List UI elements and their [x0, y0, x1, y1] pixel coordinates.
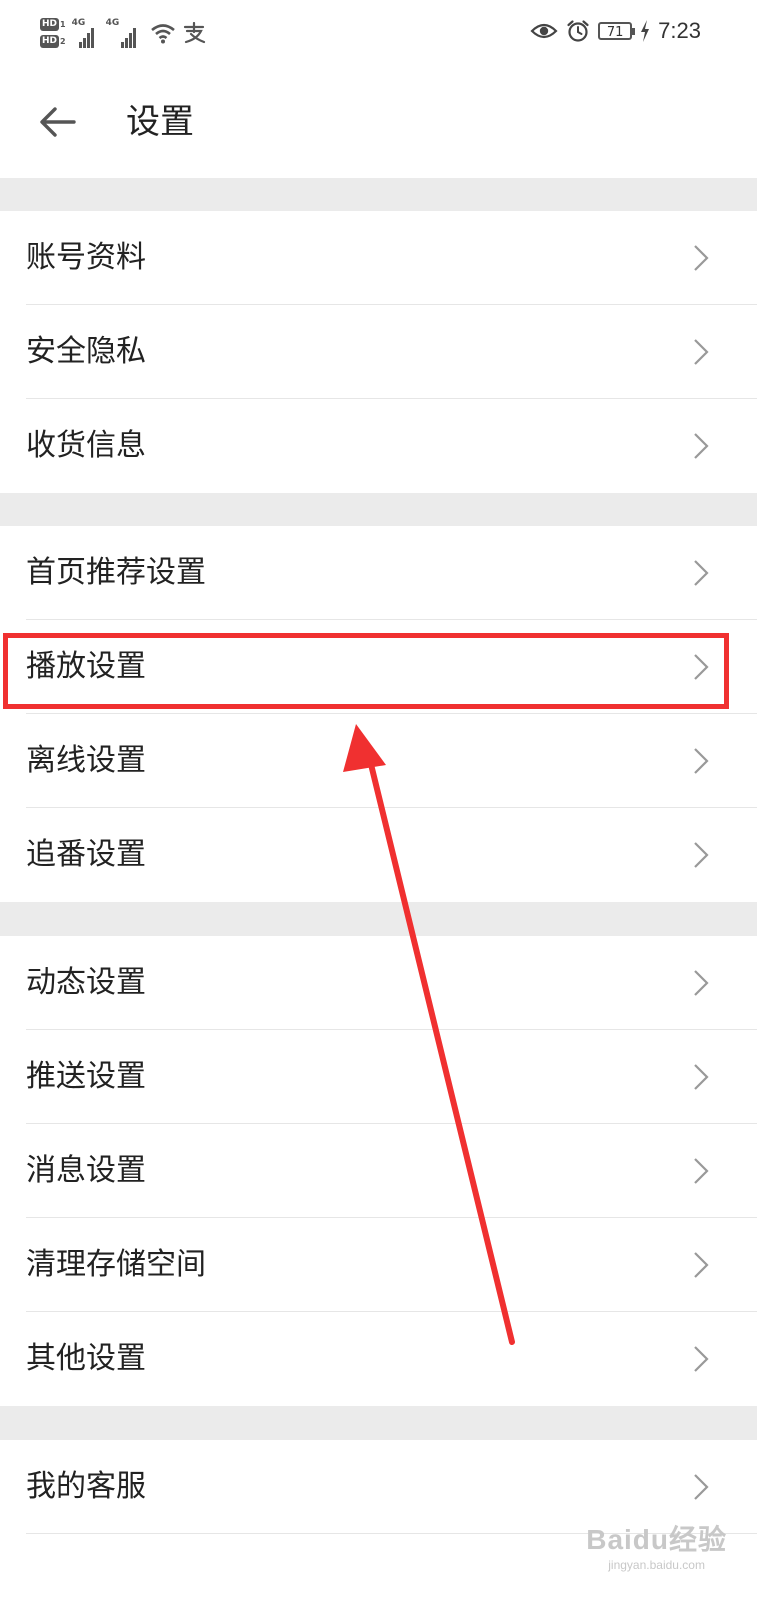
hd-indicators: HD 1 HD 2 [40, 18, 66, 48]
menu-item-dynamic-settings[interactable]: 动态设置 [0, 936, 757, 1030]
section-gap [0, 493, 757, 526]
menu-item-label: 离线设置 [26, 743, 146, 778]
chevron-right-icon [694, 970, 709, 996]
chevron-right-icon [694, 1252, 709, 1278]
chevron-right-icon [694, 560, 709, 586]
app-header: 设置 [0, 66, 757, 179]
menu-item-home-recommend[interactable]: 首页推荐设置 [0, 526, 757, 620]
status-right: 71 7:23 [530, 18, 701, 44]
watermark-logo: Baidu经验 jingyan.baidu.com [586, 1518, 727, 1572]
menu-item-label: 播放设置 [26, 649, 146, 684]
chevron-right-icon [694, 1474, 709, 1500]
section-gap [0, 1406, 757, 1440]
battery-icon: 71 [598, 22, 636, 40]
chevron-right-icon [694, 433, 709, 459]
hd2-label: HD [40, 35, 60, 48]
signal1-icon: 4G [72, 18, 100, 48]
watermark-main: Baidu经验 [586, 1524, 727, 1555]
back-arrow-icon[interactable] [38, 104, 78, 140]
alipay-icon [183, 22, 205, 44]
menu-item-label: 收货信息 [26, 428, 146, 463]
wifi-icon [150, 24, 175, 44]
hd1-badge: HD 1 [40, 18, 66, 31]
menu-item-label: 安全隐私 [26, 334, 146, 369]
menu-item-label: 动态设置 [26, 965, 146, 1000]
menu-item-shipping-info[interactable]: 收货信息 [0, 399, 757, 493]
menu-item-label: 消息设置 [26, 1153, 146, 1188]
hd1-label: HD [40, 18, 60, 31]
section-gap [0, 902, 757, 936]
chevron-right-icon [694, 1158, 709, 1184]
chevron-right-icon [694, 1064, 709, 1090]
settings-group-general: 动态设置 推送设置 消息设置 清理存储空间 其他设置 [0, 936, 757, 1406]
signal1-label: 4G [71, 18, 86, 28]
chevron-right-icon [694, 654, 709, 680]
menu-item-label: 清理存储空间 [26, 1247, 206, 1282]
menu-item-label: 推送设置 [26, 1059, 146, 1094]
chevron-right-icon [694, 748, 709, 774]
charging-icon [641, 20, 650, 42]
menu-item-label: 其他设置 [26, 1341, 146, 1376]
page-title: 设置 [126, 102, 194, 142]
menu-item-label: 我的客服 [26, 1469, 146, 1504]
settings-group-playback: 首页推荐设置 播放设置 离线设置 追番设置 [0, 526, 757, 902]
chevron-right-icon [694, 339, 709, 365]
signal2-label: 4G [105, 18, 120, 28]
menu-item-label: 首页推荐设置 [26, 555, 206, 590]
menu-item-account-profile[interactable]: 账号资料 [0, 211, 757, 305]
menu-item-other-settings[interactable]: 其他设置 [0, 1312, 757, 1406]
settings-group-account: 账号资料 安全隐私 收货信息 [0, 211, 757, 493]
section-gap [0, 178, 757, 211]
alarm-icon [567, 20, 589, 42]
menu-item-label: 账号资料 [26, 240, 146, 275]
clock-time: 7:23 [658, 18, 701, 43]
menu-item-offline-settings[interactable]: 离线设置 [0, 714, 757, 808]
menu-item-label: 追番设置 [26, 837, 146, 872]
hd1-sub: 1 [60, 20, 66, 29]
menu-item-playback-settings[interactable]: 播放设置 [0, 620, 757, 714]
signal2-icon: 4G [106, 18, 144, 48]
menu-item-message-settings[interactable]: 消息设置 [0, 1124, 757, 1218]
chevron-right-icon [694, 1346, 709, 1372]
menu-item-security-privacy[interactable]: 安全隐私 [0, 305, 757, 399]
chevron-right-icon [694, 842, 709, 868]
status-left: HD 1 HD 2 4G 4G [40, 10, 206, 56]
menu-item-clear-storage[interactable]: 清理存储空间 [0, 1218, 757, 1312]
hd2-badge: HD 2 [40, 35, 66, 48]
watermark-sub: jingyan.baidu.com [608, 1558, 705, 1572]
menu-item-push-settings[interactable]: 推送设置 [0, 1030, 757, 1124]
chevron-right-icon [694, 245, 709, 271]
eye-icon [530, 23, 558, 39]
hd2-sub: 2 [60, 37, 66, 46]
menu-item-follow-series-settings[interactable]: 追番设置 [0, 808, 757, 902]
status-bar: HD 1 HD 2 4G 4G 71 7:23 [0, 0, 757, 66]
